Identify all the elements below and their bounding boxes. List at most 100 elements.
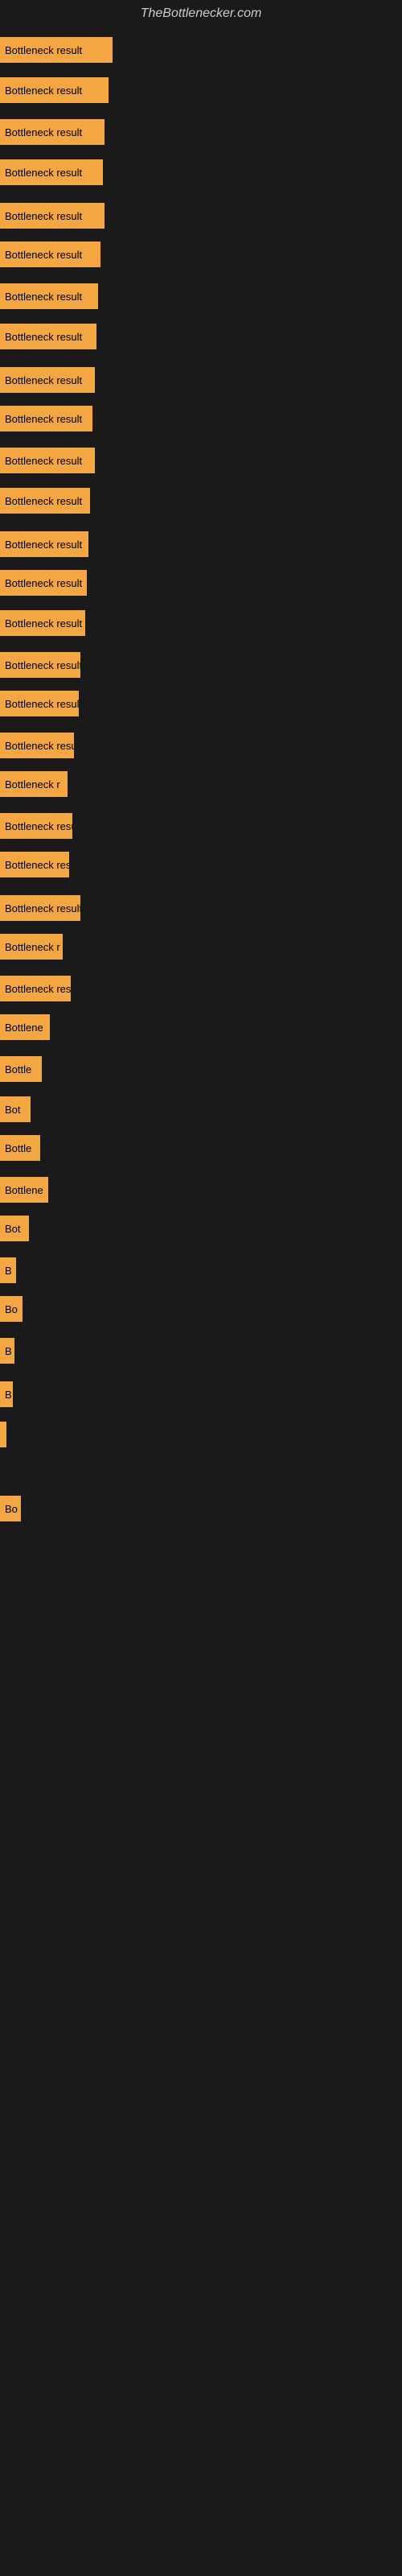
bar[interactable]: Bottleneck resu [0, 733, 74, 758]
bar-row: Bottleneck resu [0, 813, 402, 839]
bar-label: Bottleneck result [5, 249, 82, 261]
bar-label: Bottleneck result [5, 374, 82, 386]
bar-row [0, 1422, 402, 1447]
bar-label: B [5, 1265, 12, 1277]
bar[interactable]: Bot [0, 1096, 31, 1122]
bar-label: Bottleneck result [5, 44, 82, 56]
bar-label: Bo [5, 1503, 18, 1515]
bar-label: Bottleneck r [5, 778, 60, 791]
bar-row: Bottleneck result [0, 37, 402, 63]
bar[interactable]: B [0, 1257, 16, 1283]
bar-label: Bottle [5, 1142, 31, 1154]
bar-label: Bottleneck result [5, 539, 82, 551]
bar-label: Bottleneck result [5, 85, 82, 97]
bar[interactable]: Bottleneck result [0, 652, 80, 678]
bar-label: Bottleneck result [5, 617, 82, 630]
bar[interactable]: Bot [0, 1216, 29, 1241]
bar-row: Bottlene [0, 1177, 402, 1203]
bar-row: Bottle [0, 1135, 402, 1161]
bar-label: Bottleneck resu [5, 740, 74, 752]
bar-label: Bottleneck result [5, 577, 82, 589]
bar[interactable]: Bottleneck result [0, 367, 95, 393]
bar[interactable]: Bottle [0, 1135, 40, 1161]
bar[interactable]: B [0, 1338, 14, 1364]
bar-label: B [5, 1345, 12, 1357]
bar[interactable]: Bottleneck result [0, 895, 80, 921]
bar[interactable]: Bottle [0, 1056, 42, 1082]
bar-row: Bottleneck result [0, 406, 402, 431]
bar-label: Bottleneck r [5, 941, 60, 953]
bar[interactable]: Bo [0, 1296, 23, 1322]
bar-row: Bottleneck result [0, 895, 402, 921]
bar[interactable]: Bottleneck result [0, 119, 105, 145]
bar-label: Bottleneck result [5, 698, 79, 710]
bar-label: Bottle [5, 1063, 31, 1075]
bar-row: Bottleneck res [0, 852, 402, 877]
bar-row: Bottleneck r [0, 934, 402, 960]
bar-label: Bottleneck result [5, 331, 82, 343]
bar[interactable]: Bottleneck result [0, 159, 103, 185]
bar-row: B [0, 1338, 402, 1364]
bar[interactable]: Bottleneck r [0, 771, 68, 797]
bar-label: Bottlene [5, 1184, 43, 1196]
bar-row: Bottleneck resu [0, 733, 402, 758]
bar-label: Bottleneck result [5, 902, 80, 914]
bar-row: B [0, 1257, 402, 1283]
bars-container: Bottleneck result Bottleneck result Bottle… [0, 27, 402, 1525]
bar-label: Bot [5, 1104, 21, 1116]
bar[interactable]: Bottleneck result [0, 324, 96, 349]
bar-label: Bo [5, 1303, 18, 1315]
bar-row: Bottleneck result [0, 324, 402, 349]
bar-row: Bottleneck resu [0, 976, 402, 1001]
bar[interactable]: Bo [0, 1496, 21, 1521]
bar[interactable]: Bottleneck result [0, 77, 109, 103]
bar-row: Bottleneck result [0, 119, 402, 145]
bar-row: Bottleneck result [0, 652, 402, 678]
bar[interactable]: B [0, 1381, 13, 1407]
bar-row: Bottleneck result [0, 570, 402, 596]
bar-row: Bottlene [0, 1014, 402, 1040]
bar[interactable]: Bottleneck result [0, 37, 113, 63]
bar[interactable]: Bottleneck result [0, 610, 85, 636]
bar[interactable]: Bottlene [0, 1014, 50, 1040]
bar-label: Bottleneck result [5, 413, 82, 425]
bar[interactable] [0, 1422, 6, 1447]
bar[interactable]: Bottleneck result [0, 570, 87, 596]
bar-label: Bottleneck result [5, 167, 82, 179]
bar[interactable]: Bottleneck res [0, 852, 69, 877]
bar[interactable]: Bottleneck result [0, 488, 90, 514]
bar[interactable]: Bottleneck result [0, 203, 105, 229]
bar-row: Bottleneck result [0, 367, 402, 393]
bar-label: Bottleneck resu [5, 983, 71, 995]
bar-label: Bottleneck res [5, 859, 69, 871]
bar[interactable]: Bottleneck result [0, 283, 98, 309]
bar[interactable]: Bottleneck result [0, 242, 100, 267]
bar-label: Bottleneck result [5, 291, 82, 303]
bar-label: Bottlene [5, 1022, 43, 1034]
bar[interactable]: Bottleneck result [0, 406, 92, 431]
bar-row: Bottleneck result [0, 77, 402, 103]
bar[interactable]: Bottleneck r [0, 934, 63, 960]
bar-label: Bottleneck resu [5, 820, 72, 832]
bar-row: Bottleneck result [0, 448, 402, 473]
bar-row: Bo [0, 1296, 402, 1322]
bar-label: Bottleneck result [5, 495, 82, 507]
bar-label: Bottleneck result [5, 659, 80, 671]
bar[interactable]: Bottleneck result [0, 531, 88, 557]
bar-row: Bottleneck result [0, 283, 402, 309]
site-title: TheBottlenecker.com [0, 0, 402, 27]
bar-row: Bottleneck result [0, 610, 402, 636]
bar-row: Bottle [0, 1056, 402, 1082]
bar-row: B [0, 1381, 402, 1407]
bar[interactable]: Bottlene [0, 1177, 48, 1203]
bar-row: Bottleneck r [0, 771, 402, 797]
bar-row: Bot [0, 1216, 402, 1241]
bar-row: Bottleneck result [0, 242, 402, 267]
bar[interactable]: Bottleneck result [0, 448, 95, 473]
bar[interactable]: Bottleneck result [0, 691, 79, 716]
bar[interactable]: Bottleneck resu [0, 976, 71, 1001]
bar-row: Bottleneck result [0, 203, 402, 229]
bar[interactable]: Bottleneck resu [0, 813, 72, 839]
bar-row: Bottleneck result [0, 531, 402, 557]
bar-row: Bot [0, 1096, 402, 1122]
